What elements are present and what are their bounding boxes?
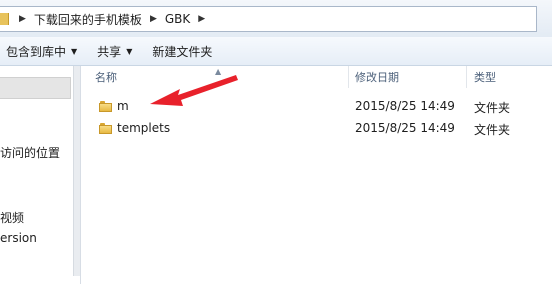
column-header-type[interactable]: 类型 [474,68,496,88]
file-type: 文件夹 [474,123,511,137]
column-divider[interactable] [466,66,467,88]
new-folder-label: 新建文件夹 [152,44,213,59]
red-arrow-annotation [150,75,238,106]
file-name: templets [117,121,171,135]
chevron-right-icon[interactable]: ▶ [194,14,209,24]
column-divider[interactable] [348,66,349,88]
command-toolbar: 包含到库中 ▼ 共享 ▼ 新建文件夹 [0,37,552,66]
new-folder-button[interactable]: 新建文件夹 [146,40,218,62]
file-date: 2015/8/25 14:49 [355,99,455,113]
blank-area [370,222,552,284]
file-date: 2015/8/25 14:49 [355,121,455,135]
folder-icon [99,123,112,134]
nav-selected-item[interactable] [0,77,71,99]
include-in-library-button[interactable]: 包含到库中 ▼ [0,40,83,62]
dropdown-arrow-icon: ▼ [71,46,78,56]
file-type: 文件夹 [474,101,511,115]
column-header-date[interactable]: 修改日期 [355,68,399,88]
nav-item-videos[interactable]: 视频 [0,209,24,226]
share-label: 共享 [97,44,122,59]
nav-item-version[interactable]: ersion [0,231,37,245]
address-bar[interactable]: ▶ 下载回来的手机模板 ▶ GBK ▶ [0,6,537,32]
include-in-library-label: 包含到库中 [6,44,67,59]
breadcrumb-downloaded-templates[interactable]: 下载回来的手机模板 [30,8,146,30]
address-bar-area: ▶ 下载回来的手机模板 ▶ GBK ▶ [0,0,552,38]
file-name: m [117,99,129,113]
folder-icon [0,13,9,25]
chevron-right-icon[interactable]: ▶ [15,14,30,24]
file-row-templets[interactable]: templets 2015/8/25 14:49 文件夹 [95,118,552,140]
breadcrumb-gbk[interactable]: GBK [161,8,194,30]
chevron-right-icon[interactable]: ▶ [146,14,161,24]
dropdown-arrow-icon: ▼ [126,46,133,56]
nav-scrollbar[interactable] [73,66,80,276]
share-button[interactable]: 共享 ▼ [91,40,138,62]
folder-icon [99,101,112,112]
column-header-name[interactable]: 名称 [95,68,117,88]
nav-item-recent-places[interactable]: 访问的位置 [0,144,60,161]
